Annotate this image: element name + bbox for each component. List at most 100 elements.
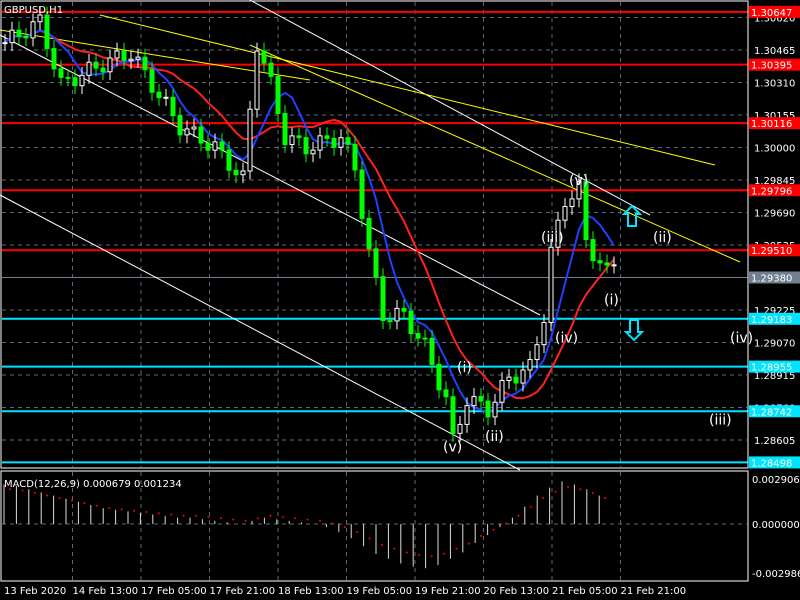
bear-candle <box>604 262 610 266</box>
bear-candle <box>422 337 428 340</box>
bear-candle <box>380 276 386 322</box>
bear-candle <box>345 137 351 145</box>
bid-price: 1.29380 <box>751 273 792 284</box>
bull-candle <box>240 170 246 176</box>
macd-signal-dot <box>405 551 408 554</box>
bear-candle <box>51 48 57 70</box>
bull-candle <box>254 50 260 110</box>
price-tick-label: 1.29070 <box>754 338 795 349</box>
macd-signal-dot <box>269 514 272 517</box>
macd-signal-dot <box>294 517 297 520</box>
bear-candle <box>233 169 239 176</box>
bear-candle <box>44 14 50 50</box>
bear-candle <box>261 50 267 64</box>
macd-label: MACD(12,26,9) 0.000679 0.001234 <box>4 479 182 490</box>
macd-signal-dot <box>319 519 321 522</box>
wave-label: (i) <box>604 293 619 309</box>
support-level-price: 1.28742 <box>751 407 792 418</box>
time-tick-label: 21 Feb 05:00 <box>552 586 618 597</box>
bear-candle <box>198 126 204 144</box>
wave-label: (i) <box>457 360 472 376</box>
bear-candle <box>170 96 176 117</box>
price-tick-label: 1.30000 <box>754 143 795 154</box>
macd-signal-dot <box>492 528 495 531</box>
bull-candle <box>562 206 568 221</box>
time-tick-label: 17 Feb 05:00 <box>141 586 207 597</box>
macd-tick-label: 0.000000 <box>752 520 800 531</box>
bear-candle <box>72 77 78 87</box>
macd-signal-dot <box>219 517 222 520</box>
bear-candle <box>408 310 414 335</box>
macd-signal-dot <box>207 516 210 519</box>
macd-signal-dot <box>381 543 383 546</box>
macd-signal-dot <box>591 492 594 495</box>
bear-candle <box>121 50 127 62</box>
bull-candle <box>184 128 190 136</box>
bull-candle <box>492 401 498 418</box>
wave-label: (iii) <box>541 230 564 246</box>
support-level-price: 1.28955 <box>751 363 792 374</box>
macd-signal-dot <box>554 490 557 493</box>
bull-candle <box>527 359 533 371</box>
resistance-level-price: 1.29796 <box>751 186 792 197</box>
macd-signal-dot <box>480 535 483 538</box>
bull-candle <box>128 58 134 62</box>
macd-signal-dot <box>604 497 607 500</box>
bear-candle <box>275 75 281 114</box>
bear-candle <box>23 35 29 39</box>
wave-label: (iv) <box>730 330 753 346</box>
bear-candle <box>16 29 22 37</box>
bull-candle <box>541 321 547 346</box>
bear-candle <box>583 181 589 241</box>
time-tick-label: 13 Feb 2020 <box>4 586 66 597</box>
bear-candle <box>282 112 288 146</box>
bear-candle <box>331 137 337 148</box>
symbol-label: GBPUSD,H1 <box>4 5 63 16</box>
macd-signal-dot <box>232 518 235 521</box>
bull-candle <box>611 264 617 267</box>
bear-candle <box>352 143 358 171</box>
macd-signal-dot <box>170 513 173 516</box>
macd-signal-dot <box>83 502 86 505</box>
price-tick-label: 1.30465 <box>754 46 795 57</box>
bull-candle <box>464 405 470 425</box>
time-tick-label: 14 Feb 13:00 <box>73 586 139 597</box>
macd-signal-dot <box>182 514 185 517</box>
price-tick-label: 1.29690 <box>754 208 795 219</box>
price-chart[interactable]: (v) (ii) (iii) (i) (iv) (iv) (i) (ii) (iii) (v) G… <box>0 0 800 600</box>
macd-signal-dot <box>33 492 36 495</box>
bear-candle <box>387 320 393 323</box>
macd-signal-dot <box>368 537 371 540</box>
bull-candle <box>506 376 512 381</box>
macd-signal-dot <box>455 547 458 550</box>
bull-candle <box>520 369 526 384</box>
macd-signal-dot <box>120 508 123 511</box>
bull-candle <box>2 42 8 45</box>
bull-candle <box>534 344 540 361</box>
bull-candle <box>569 198 575 208</box>
bear-candle <box>296 135 302 139</box>
macd-signal-dot <box>443 552 445 555</box>
macd-signal-dot <box>529 505 532 508</box>
bull-candle <box>114 50 120 59</box>
macd-signal-dot <box>331 522 334 525</box>
bear-candle <box>450 396 456 434</box>
bear-candle <box>478 396 484 402</box>
time-tick-label: 19 Feb 05:00 <box>347 586 413 597</box>
wave-label: (iv) <box>555 330 578 346</box>
bear-candle <box>177 115 183 136</box>
macd-signal-dot <box>46 494 49 497</box>
bull-candle <box>247 108 253 172</box>
bear-candle <box>415 333 421 339</box>
bear-candle <box>485 400 491 418</box>
wave-label: (ii) <box>485 429 504 445</box>
bear-candle <box>58 68 64 78</box>
bear-candle <box>373 248 379 278</box>
bear-candle <box>93 61 99 69</box>
bull-candle <box>107 57 113 73</box>
bull-candle <box>30 21 36 39</box>
macd-tick-label: -0.002986 <box>752 569 800 580</box>
bear-candle <box>436 363 442 391</box>
macd-signal-dot <box>108 507 111 510</box>
bull-candle <box>317 135 323 151</box>
